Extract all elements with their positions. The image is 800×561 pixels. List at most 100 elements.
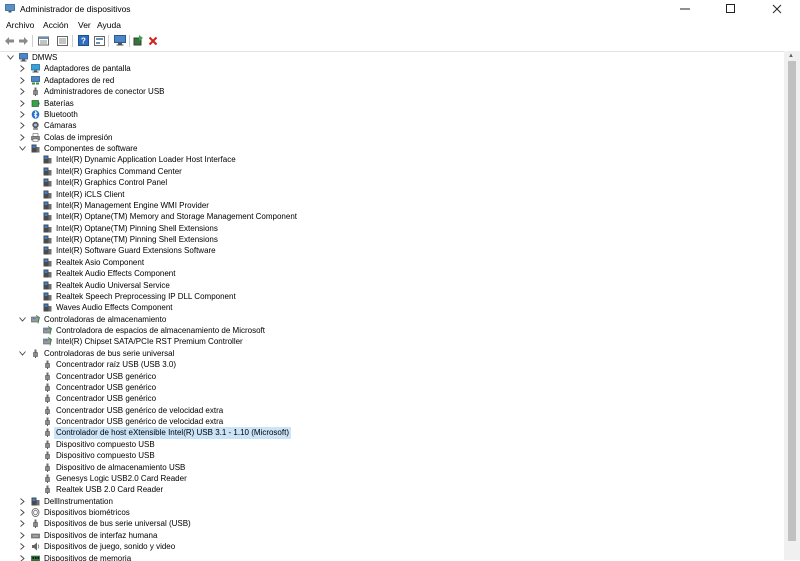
chevron-down-icon[interactable] bbox=[18, 143, 27, 154]
tree-item-label: Dispositivos de juego, sonido y video bbox=[42, 541, 177, 552]
tree-root[interactable]: DMWS bbox=[0, 52, 784, 63]
device-item[interactable]: Realtek Audio Universal Service bbox=[0, 280, 784, 291]
tree-item-label: Realtek USB 2.0 Card Reader bbox=[54, 484, 165, 495]
device-item[interactable]: Concentrador USB genérico de velocidad e… bbox=[0, 416, 784, 427]
software-icon bbox=[43, 224, 52, 233]
chevron-right-icon[interactable] bbox=[18, 541, 27, 552]
device-item[interactable]: Concentrador raíz USB (USB 3.0) bbox=[0, 359, 784, 370]
device-item[interactable]: Intel(R) Chipset SATA/PCIe RST Premium C… bbox=[0, 336, 784, 347]
device-item[interactable]: Intel(R) Optane(TM) Memory and Storage M… bbox=[0, 211, 784, 222]
scan-hardware-button[interactable] bbox=[113, 34, 126, 47]
uninstall-button[interactable] bbox=[146, 34, 159, 47]
properties-button[interactable] bbox=[37, 34, 50, 47]
back-arrow-icon bbox=[4, 36, 15, 46]
device-category[interactable]: Baterías bbox=[0, 98, 784, 109]
svg-text:?: ? bbox=[81, 37, 86, 46]
device-category[interactable]: Administradores de conector USB bbox=[0, 86, 784, 97]
chevron-right-icon[interactable] bbox=[18, 75, 27, 86]
device-item[interactable]: Realtek Asio Component bbox=[0, 257, 784, 268]
device-item[interactable]: Concentrador USB genérico bbox=[0, 371, 784, 382]
scroll-up-icon[interactable]: ▲ bbox=[788, 53, 794, 59]
device-category[interactable]: Adaptadores de red bbox=[0, 75, 784, 86]
menu-accion[interactable]: Acción bbox=[43, 20, 69, 30]
chevron-right-icon[interactable] bbox=[18, 109, 27, 120]
device-item[interactable]: Dispositivo compuesto USB bbox=[0, 450, 784, 461]
device-item[interactable]: Intel(R) Dynamic Application Loader Host… bbox=[0, 154, 784, 165]
device-tree[interactable]: DMWSAdaptadores de pantallaAdaptadores d… bbox=[0, 51, 784, 561]
device-item[interactable]: Genesys Logic USB2.0 Card Reader bbox=[0, 473, 784, 484]
back-button[interactable] bbox=[3, 34, 16, 47]
device-category[interactable]: Colas de impresión bbox=[0, 132, 784, 143]
device-item[interactable]: Intel(R) Optane(TM) Pinning Shell Extens… bbox=[0, 223, 784, 234]
toolbar: ? bbox=[0, 32, 800, 50]
device-item[interactable]: Realtek Speech Preprocessing IP DLL Comp… bbox=[0, 291, 784, 302]
device-item[interactable]: Controladora de espacios de almacenamien… bbox=[0, 325, 784, 336]
menu-ayuda[interactable]: Ayuda bbox=[97, 20, 121, 30]
maximize-button[interactable] bbox=[708, 0, 754, 18]
chevron-right-icon[interactable] bbox=[18, 518, 27, 529]
chevron-right-icon[interactable] bbox=[18, 63, 27, 74]
device-item[interactable]: Realtek Audio Effects Component bbox=[0, 268, 784, 279]
software-icon bbox=[43, 167, 52, 176]
menu-ver[interactable]: Ver bbox=[78, 20, 91, 30]
device-item[interactable]: Intel(R) iCLS Client bbox=[0, 189, 784, 200]
device-item[interactable]: Dispositivo compuesto USB bbox=[0, 439, 784, 450]
view-button[interactable] bbox=[56, 34, 69, 47]
device-category[interactable]: Cámaras bbox=[0, 120, 784, 131]
tree-item-label: Controlador de host eXtensible Intel(R) … bbox=[54, 427, 291, 438]
camera-icon bbox=[31, 121, 40, 130]
device-category[interactable]: DellInstrumentation bbox=[0, 496, 784, 507]
uninstall-icon bbox=[148, 36, 158, 46]
device-category[interactable]: Controladoras de almacenamiento bbox=[0, 314, 784, 325]
device-category[interactable]: Componentes de software bbox=[0, 143, 784, 154]
scrollbar-thumb[interactable] bbox=[788, 61, 796, 541]
chevron-right-icon[interactable] bbox=[18, 98, 27, 109]
chevron-right-icon[interactable] bbox=[18, 120, 27, 131]
chevron-down-icon[interactable] bbox=[18, 348, 27, 359]
menu-archivo[interactable]: Archivo bbox=[6, 20, 34, 30]
device-category[interactable]: Dispositivos de bus serie universal (USB… bbox=[0, 518, 784, 529]
close-button[interactable] bbox=[754, 0, 800, 18]
device-item[interactable]: Intel(R) Graphics Control Panel bbox=[0, 177, 784, 188]
chevron-right-icon[interactable] bbox=[18, 530, 27, 541]
tree-item-label: Dispositivos de bus serie universal (USB… bbox=[42, 518, 193, 529]
device-category[interactable]: Dispositivos de juego, sonido y video bbox=[0, 541, 784, 552]
device-item[interactable]: Concentrador USB genérico de velocidad e… bbox=[0, 405, 784, 416]
device-item[interactable]: Intel(R) Graphics Command Center bbox=[0, 166, 784, 177]
device-item[interactable]: Dispositivo de almacenamiento USB bbox=[0, 462, 784, 473]
device-item[interactable]: Controlador de host eXtensible Intel(R) … bbox=[0, 427, 784, 438]
tree-item-label: Colas de impresión bbox=[42, 132, 114, 143]
device-item[interactable]: Waves Audio Effects Component bbox=[0, 302, 784, 313]
device-category[interactable]: Bluetooth bbox=[0, 109, 784, 120]
action-button[interactable] bbox=[93, 34, 106, 47]
device-category[interactable]: Dispositivos de interfaz humana bbox=[0, 530, 784, 541]
chevron-right-icon[interactable] bbox=[18, 86, 27, 97]
tree-item-label: Intel(R) Optane(TM) Pinning Shell Extens… bbox=[54, 223, 220, 234]
software-icon bbox=[43, 190, 52, 199]
device-item[interactable]: Concentrador USB genérico bbox=[0, 393, 784, 404]
chevron-down-icon[interactable] bbox=[18, 314, 27, 325]
usb-icon bbox=[43, 372, 52, 381]
forward-button[interactable] bbox=[17, 34, 30, 47]
device-category[interactable]: Dispositivos biométricos bbox=[0, 507, 784, 518]
device-item[interactable]: Intel(R) Software Guard Extensions Softw… bbox=[0, 245, 784, 256]
chevron-right-icon[interactable] bbox=[18, 496, 27, 507]
hid-icon bbox=[31, 531, 40, 540]
device-item[interactable]: Realtek USB 2.0 Card Reader bbox=[0, 484, 784, 495]
chevron-right-icon[interactable] bbox=[18, 132, 27, 143]
tree-item-label: Realtek Speech Preprocessing IP DLL Comp… bbox=[54, 291, 238, 302]
device-category[interactable]: Adaptadores de pantalla bbox=[0, 63, 784, 74]
software-icon bbox=[31, 144, 40, 153]
vertical-scrollbar[interactable]: ▲ bbox=[784, 51, 800, 560]
device-item[interactable]: Intel(R) Management Engine WMI Provider bbox=[0, 200, 784, 211]
device-category[interactable]: Controladoras de bus serie universal bbox=[0, 348, 784, 359]
bluetooth-icon bbox=[31, 110, 40, 119]
device-item[interactable]: Concentrador USB genérico bbox=[0, 382, 784, 393]
usb-icon bbox=[43, 383, 52, 392]
device-item[interactable]: Intel(R) Optane(TM) Pinning Shell Extens… bbox=[0, 234, 784, 245]
help-button[interactable]: ? bbox=[77, 34, 90, 47]
chevron-right-icon[interactable] bbox=[18, 507, 27, 518]
minimize-button[interactable] bbox=[662, 0, 708, 18]
update-driver-button[interactable] bbox=[132, 34, 145, 47]
chevron-down-icon[interactable] bbox=[6, 52, 15, 63]
